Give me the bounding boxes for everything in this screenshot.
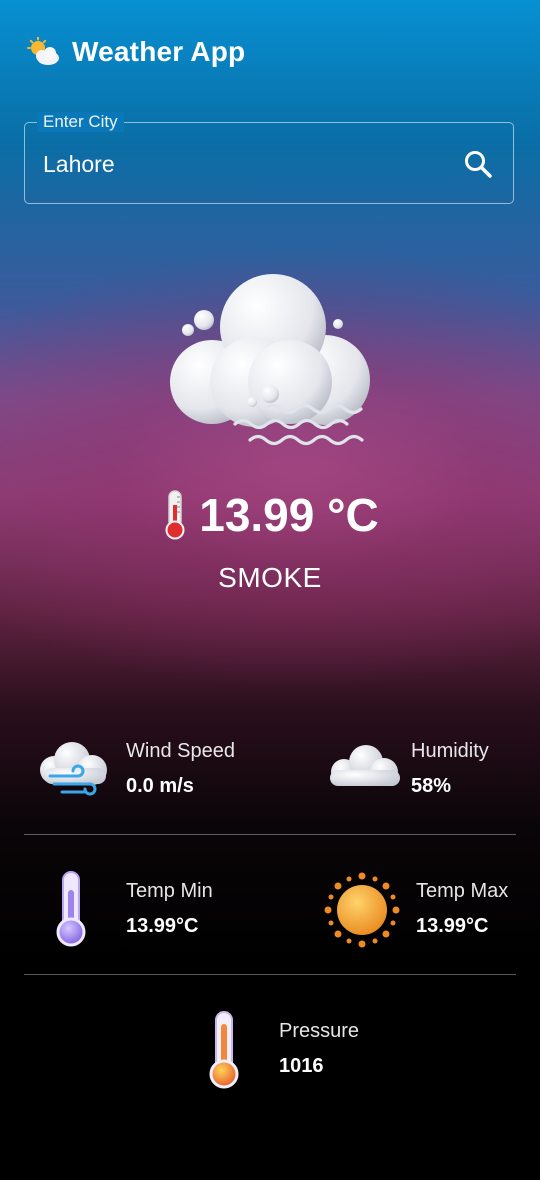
search-icon[interactable] [463, 149, 493, 179]
pressure-value: 1016 [279, 1055, 324, 1077]
sun-behind-cloud-icon [27, 37, 59, 65]
humidity-stat: Humidity 58% [270, 730, 540, 810]
temp-min-stat: Temp Min 13.99°C [0, 868, 270, 952]
temp-min-value: 13.99°C [126, 915, 199, 937]
wind-speed-value: 0.0 m/s [126, 775, 194, 797]
sun-icon [324, 872, 400, 948]
wind-speed-stat: Wind Speed 0.0 m/s [0, 730, 270, 810]
hot-thermometer-icon [209, 1011, 239, 1089]
pressure-label: Pressure [279, 1020, 360, 1042]
temp-max-label: Temp Max [416, 880, 509, 902]
temperature-value: 13.99 °C [199, 489, 379, 541]
city-search-field[interactable]: Enter City [24, 112, 514, 204]
thermometer-icon [165, 490, 185, 540]
pressure-stat: Pressure 1016 [0, 1008, 540, 1092]
cold-thermometer-icon [56, 871, 86, 947]
smoke-cloud-icon [170, 274, 370, 446]
weather-condition: SMOKE [218, 562, 322, 593]
current-temperature: 13.99 °C [0, 488, 540, 542]
app-title: Weather App [72, 36, 246, 67]
cloud-icon [330, 745, 400, 786]
city-input[interactable] [41, 145, 445, 183]
divider [24, 834, 516, 835]
windy-cloud-icon [40, 742, 107, 796]
search-legend: Enter City [37, 112, 124, 132]
divider [24, 974, 516, 975]
temp-max-stat: Temp Max 13.99°C [270, 868, 540, 952]
humidity-value: 58% [411, 775, 452, 797]
temp-max-value: 13.99°C [416, 915, 489, 937]
temp-min-label: Temp Min [126, 880, 213, 902]
wind-speed-label: Wind Speed [126, 740, 235, 762]
humidity-label: Humidity [411, 740, 489, 762]
app-header: Weather App [26, 36, 245, 68]
